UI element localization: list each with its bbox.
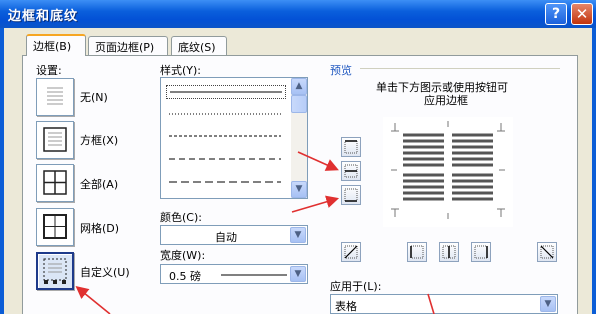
- top-border-icon: [344, 140, 358, 154]
- apply-to-value: 表格: [335, 300, 357, 313]
- setting-custom-button[interactable]: [36, 252, 74, 290]
- setting-all-button[interactable]: [36, 164, 74, 202]
- top-border-button[interactable]: [341, 137, 361, 157]
- setting-box-button[interactable]: [36, 121, 74, 159]
- left-border-icon: [410, 245, 424, 259]
- setting-all-label: 全部(A): [80, 178, 119, 191]
- tab-page-border[interactable]: 页面边框(P): [88, 36, 168, 55]
- close-button[interactable]: ✕: [571, 3, 593, 25]
- chevron-down-icon[interactable]: ▼: [290, 266, 306, 282]
- width-select[interactable]: 0.5 磅 ▼: [160, 264, 308, 284]
- preview-group-divider: [360, 68, 560, 69]
- setting-box-icon: [43, 127, 67, 152]
- apply-to-label: 应用于(L):: [330, 280, 382, 293]
- bottom-border-icon: [344, 188, 358, 202]
- preview-hint-line2: 应用边框: [424, 94, 468, 107]
- diagonal-up-icon: [344, 245, 358, 259]
- width-line-sample: [221, 274, 287, 276]
- setting-custom-icon: [43, 258, 67, 284]
- preview-diagram: [391, 121, 505, 219]
- scroll-down-icon[interactable]: ▼: [291, 181, 307, 198]
- setting-none-icon: [47, 87, 63, 105]
- style-label: 样式(Y):: [160, 64, 202, 77]
- diagonal-up-border-button[interactable]: [537, 242, 557, 262]
- dialog-title: 边框和底纹: [8, 9, 79, 24]
- title-bar: 边框和底纹 ? ✕: [0, 0, 596, 28]
- color-label: 颜色(C):: [160, 211, 202, 224]
- bottom-border-button[interactable]: [341, 185, 361, 205]
- style-list-scrollbar[interactable]: ▲ ▼: [291, 78, 307, 198]
- tab-borders[interactable]: 边框(B): [26, 34, 86, 56]
- line-style-dash-small[interactable]: [166, 130, 286, 144]
- line-style-dotted[interactable]: [166, 108, 286, 122]
- window-frame-right: [592, 28, 596, 314]
- tab-shading[interactable]: 底纹(S): [171, 36, 227, 55]
- inside-horizontal-border-button[interactable]: [341, 161, 361, 181]
- color-select[interactable]: 自动 ▼: [160, 225, 308, 245]
- inside-vertical-border-icon: [442, 245, 456, 259]
- line-style-list[interactable]: ▲ ▼: [160, 77, 308, 199]
- scroll-thumb[interactable]: [291, 95, 307, 113]
- chevron-down-icon[interactable]: ▼: [540, 296, 556, 312]
- inside-vertical-border-button[interactable]: [439, 242, 459, 262]
- diagonal-down-border-button[interactable]: [341, 242, 361, 262]
- setting-none-button[interactable]: [36, 78, 74, 116]
- help-button[interactable]: ?: [545, 3, 567, 25]
- line-style-solid[interactable]: [166, 85, 286, 99]
- setting-grid-icon: [43, 214, 67, 239]
- apply-to-select[interactable]: 表格 ▼: [330, 294, 558, 314]
- width-value: 0.5 磅: [169, 270, 201, 283]
- setting-custom-label: 自定义(U): [80, 266, 130, 279]
- color-value: 自动: [215, 231, 237, 244]
- inside-horizontal-border-icon: [344, 164, 358, 178]
- setting-grid-button[interactable]: [36, 208, 74, 246]
- setting-none-label: 无(N): [80, 91, 108, 104]
- setting-all-icon: [43, 170, 67, 195]
- setting-grid-label: 网格(D): [80, 222, 120, 235]
- setting-box-label: 方框(X): [80, 134, 119, 147]
- width-label: 宽度(W):: [160, 249, 206, 262]
- preview-group-label: 预览: [330, 64, 352, 77]
- line-style-dash-large[interactable]: [166, 176, 286, 190]
- right-border-button[interactable]: [471, 242, 491, 262]
- border-preview[interactable]: [383, 117, 513, 227]
- diagonal-down-icon: [540, 245, 554, 259]
- scroll-up-icon[interactable]: ▲: [291, 78, 307, 95]
- chevron-down-icon[interactable]: ▼: [290, 227, 306, 243]
- line-style-dash-medium[interactable]: [166, 153, 286, 167]
- window-frame-left: [0, 28, 4, 314]
- left-border-button[interactable]: [407, 242, 427, 262]
- settings-label: 设置:: [36, 64, 62, 77]
- right-border-icon: [474, 245, 488, 259]
